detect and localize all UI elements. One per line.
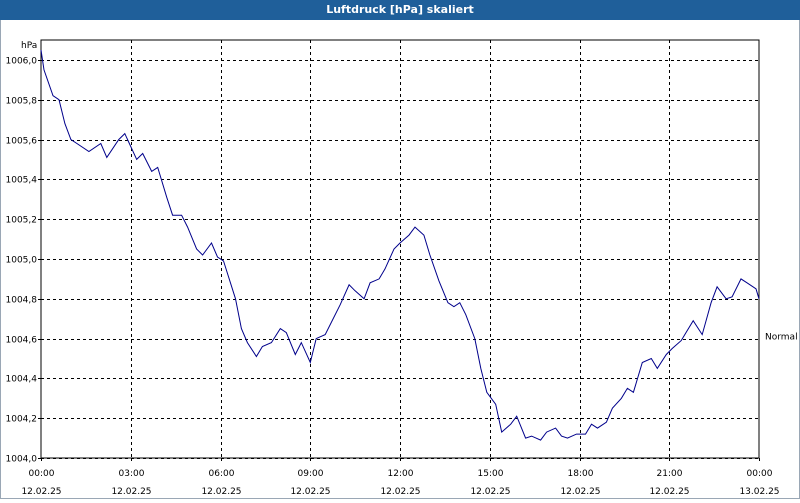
y-axis-ticks: 1004,0 1004,2 1004,4 1004,6 1004,8 1005,0 1005… [6,57,41,465]
x-tick-date-label: 12.02.25 [380,487,420,497]
y-tick-label: 1005,0 [6,256,38,266]
x-tick-time-label: 03:00 [119,469,145,479]
x-tick-time-label: 00:00 [747,469,773,479]
y-tick-label: 1005,6 [6,137,38,147]
x-tick-time-label: 18:00 [568,469,594,479]
x-tick-date-label: 12.02.25 [470,487,510,497]
x-tick-date-label: 12.02.25 [111,487,151,497]
pressure-chart: 1004,0 1004,2 1004,4 1004,6 1004,8 1005,0 1005… [6,39,798,497]
y-tick-label: 1004,8 [6,296,38,306]
chart-title: Luftdruck [hPa] skaliert [0,0,800,20]
y-tick-label: 1004,2 [6,415,38,425]
x-tick-date-label: 12.02.25 [649,487,689,497]
x-tick-date-label: 13.02.25 [739,487,779,497]
x-tick-date-label: 12.02.25 [290,487,330,497]
grid-lines [41,40,759,459]
normal-annotation: Normal [765,333,798,343]
y-tick-label: 1004,6 [6,336,38,346]
y-tick-label: 1004,0 [6,455,38,465]
x-tick-date-label: 12.02.25 [201,487,241,497]
y-tick-label: 1004,4 [6,375,38,385]
y-axis-label: hPa [21,41,37,51]
x-tick-date-label: 12.02.25 [21,487,61,497]
x-tick-time-label: 09:00 [298,469,324,479]
y-tick-label: 1005,4 [6,176,38,186]
x-tick-time-label: 12:00 [388,469,414,479]
x-tick-date-label: 12.02.25 [560,487,600,497]
x-axis-ticks: 00:00 12.02.25 03:00 12.02.25 06:00 12.02.25 0… [21,458,780,497]
x-tick-time-label: 15:00 [478,469,504,479]
x-tick-time-label: 21:00 [657,469,683,479]
y-tick-label: 1006,0 [6,57,38,67]
x-tick-time-label: 00:00 [29,469,55,479]
y-tick-label: 1005,2 [6,216,38,226]
x-tick-time-label: 06:00 [209,469,235,479]
chart-frame: 1004,0 1004,2 1004,4 1004,6 1004,8 1005,0 1005… [0,20,800,499]
y-tick-label: 1005,8 [6,97,38,107]
